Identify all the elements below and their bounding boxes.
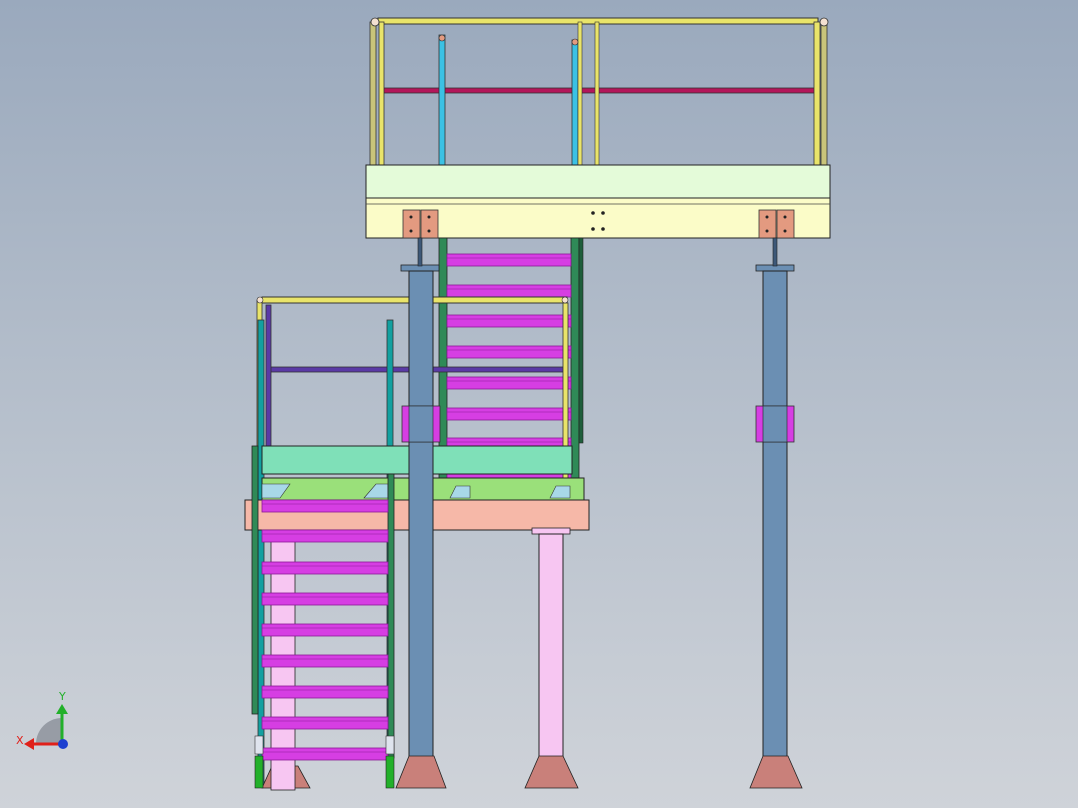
lower-tread-5 [261, 623, 389, 637]
column-blue-right [755, 237, 795, 772]
lower-post-purple [265, 304, 272, 466]
base-plates [261, 755, 803, 789]
lower-tread-8 [261, 716, 389, 730]
upper-tread-6 [446, 407, 572, 421]
upper-deck-plate [365, 164, 831, 199]
lower-tread-9 [261, 747, 389, 761]
column-pink-center [531, 527, 571, 772]
upper-tread-1 [446, 253, 572, 267]
upper-post-left [369, 21, 377, 166]
cad-viewport[interactable]: Y X [0, 0, 1078, 808]
upper-post-cyan-1 [438, 34, 446, 166]
triad-plane-shade [36, 718, 62, 744]
lower-tread-4 [261, 592, 389, 606]
lower-post-teal-left [257, 319, 265, 786]
upper-deck [365, 164, 831, 239]
lower-tread-6 [261, 654, 389, 668]
lower-tread-7 [261, 685, 389, 699]
lower-stair-treads [261, 499, 389, 761]
upper-tread-4 [446, 345, 572, 359]
upper-tread-5 [446, 376, 572, 390]
platform-stair-model[interactable]: Y X [0, 0, 1078, 808]
lower-tread-3 [261, 561, 389, 575]
lower-stringer-left [251, 445, 259, 715]
upper-guardrail [369, 17, 829, 166]
triad-z-axis [58, 739, 68, 749]
upper-tread-2 [446, 284, 572, 298]
lower-tread-2 [261, 529, 389, 543]
orientation-triad[interactable]: Y X [16, 690, 68, 750]
upper-tread-3 [446, 314, 572, 328]
lower-tread-1 [261, 499, 389, 513]
upper-post-cyan-2 [571, 39, 579, 166]
triad-x-label: X [16, 734, 24, 747]
triad-y-label: Y [58, 690, 66, 703]
upper-post-right [813, 21, 821, 166]
